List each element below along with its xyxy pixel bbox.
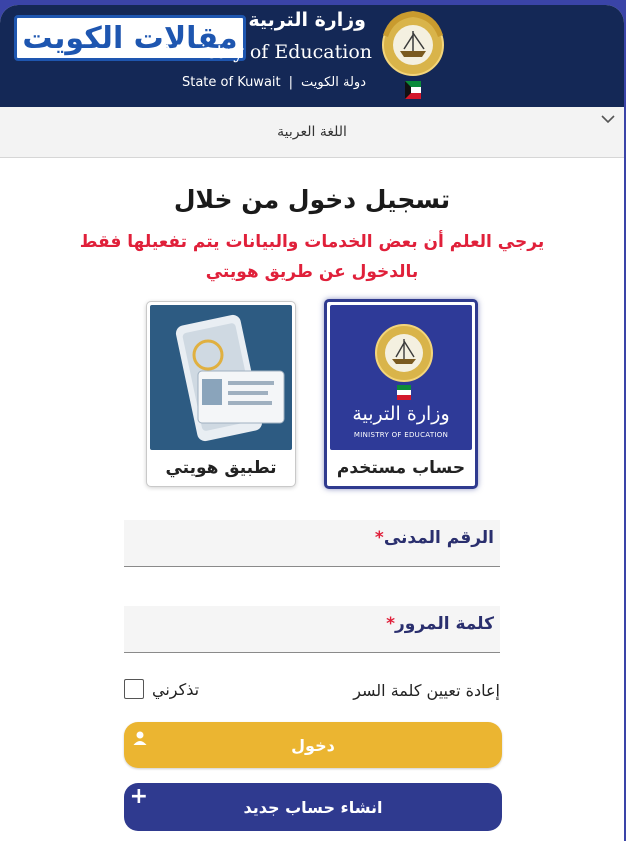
moe-logo-image: وزارة التربية MINISTRY OF EDUCATION [330, 305, 472, 450]
create-account-button[interactable]: + انشاء حساب جديد [124, 783, 502, 831]
moe-logo-arabic: وزارة التربية [352, 403, 450, 425]
moe-logo-english: MINISTRY OF EDUCATION [353, 431, 449, 439]
create-account-label: انشاء حساب جديد [243, 797, 383, 817]
password-label: كلمة المرور [395, 614, 494, 634]
login-card: مقالات الكويت وزارة التربية Ministry of … [0, 5, 624, 841]
moe-emblem-icon [375, 324, 433, 400]
login-button[interactable]: دخول [124, 722, 502, 768]
hawyti-app-image [150, 305, 292, 450]
state-english: State of Kuwait [181, 75, 281, 90]
hawyti-app-option[interactable]: تطبيق هويتي [146, 301, 296, 487]
state-separator: | [288, 75, 294, 90]
civil-id-label-wrap: الرقم المدنى* [375, 528, 494, 548]
phone-id-card-icon [175, 314, 285, 442]
ministry-name-arabic: وزارة التربية [248, 9, 366, 31]
language-label: اللغة العربية [277, 124, 347, 140]
user-account-option[interactable]: وزارة التربية MINISTRY OF EDUCATION حساب… [324, 299, 478, 489]
password-field[interactable]: كلمة المرور* [124, 606, 504, 654]
remember-me-label: تذكرني [152, 679, 200, 699]
user-icon [133, 731, 147, 745]
remember-me[interactable]: تذكرني [124, 679, 199, 699]
page-title: تسجيل دخول من خلال [173, 185, 451, 214]
user-account-label: حساب مستخدم [336, 458, 466, 478]
forgot-password-link[interactable]: إعادة تعيين كلمة السر [353, 681, 500, 700]
plus-icon: + [129, 784, 148, 809]
ministry-name-english: Ministry of Education [162, 41, 372, 63]
required-mark: * [386, 614, 395, 634]
hawyti-app-label: تطبيق هويتي [165, 458, 277, 478]
state-arabic: دولة الكويت [301, 75, 366, 90]
ministry-header: مقالات الكويت وزارة التربية Ministry of … [0, 5, 624, 107]
kuwait-emblem-icon [382, 11, 444, 99]
civil-id-label: الرقم المدنى [383, 528, 494, 548]
chevron-down-icon[interactable] [600, 113, 616, 125]
hawyti-notice: يرجي العلم أن بعض الخدمات والبيانات يتم … [79, 232, 545, 282]
required-mark: * [374, 528, 384, 548]
language-selector[interactable]: اللغة العربية [0, 107, 624, 158]
remember-me-checkbox[interactable] [124, 679, 144, 699]
civil-id-field[interactable]: الرقم المدنى* [124, 520, 504, 568]
state-line: State of Kuwait | دولة الكويت [178, 75, 370, 90]
password-label-wrap: كلمة المرور* [386, 614, 494, 634]
login-button-label: دخول [291, 735, 335, 755]
